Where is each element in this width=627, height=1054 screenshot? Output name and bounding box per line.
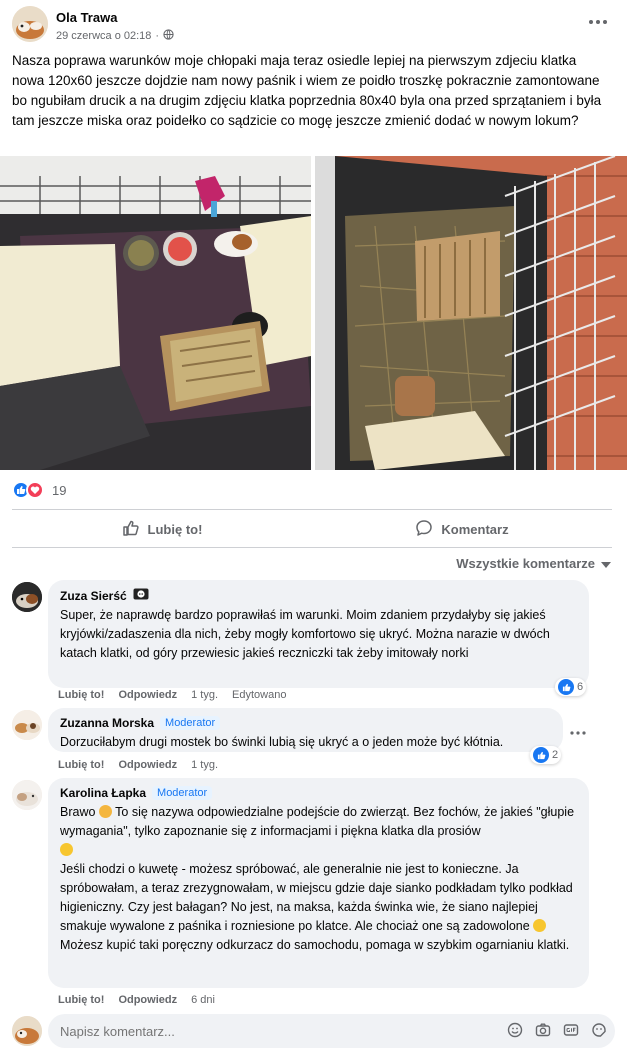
comment-text: Brawo To się nazywa odpowiedzialne podej… — [60, 803, 577, 955]
moderator-badge: Moderator — [160, 716, 221, 730]
divider-top — [12, 509, 612, 510]
comment-author[interactable]: Karolina Łapka — [60, 786, 146, 800]
comment: Zuzanna Morska Moderator Dorzuciłabym dr… — [0, 708, 627, 774]
comment-reply-link[interactable]: Odpowiedz — [118, 689, 177, 701]
comment-actions: Lubię to! Odpowiedz 1 tyg. Edytowano — [58, 689, 286, 701]
smile-emoji-icon — [60, 843, 73, 856]
comment-reaction-count: 6 — [577, 681, 584, 693]
comment-bubble: Zuza Sierść Super, że naprawdę bardzo po… — [48, 580, 589, 688]
photo-new-cage[interactable] — [0, 156, 311, 470]
comment-author[interactable]: Zuza Sierść — [60, 589, 127, 603]
post-header: Ola Trawa 29 czerwca o 02:18 · — [0, 0, 627, 48]
comment-like-link[interactable]: Lubię to! — [58, 994, 104, 1006]
camera-icon[interactable] — [535, 1022, 551, 1038]
pig-emoji-icon — [133, 588, 149, 603]
more-icon[interactable] — [587, 12, 609, 34]
comment-like-link[interactable]: Lubię to! — [58, 759, 104, 771]
comment-text: Dorzuciłabym drugi mostek bo świnki lubi… — [60, 735, 504, 749]
comment-button-label: Komentarz — [441, 521, 509, 537]
divider-bottom — [12, 547, 612, 548]
like-icon — [533, 747, 549, 763]
comment-time[interactable]: 1 tyg. — [191, 759, 218, 771]
commenter-avatar[interactable] — [12, 710, 42, 740]
comment-edited: Edytowano — [232, 689, 287, 701]
reactions-summary[interactable]: 19 — [12, 480, 66, 500]
moderator-badge: Moderator — [152, 786, 213, 800]
comment-text-line: Jeśli chodzi o kuwetę - możesz spróbować… — [60, 862, 573, 933]
reaction-count: 19 — [52, 482, 67, 498]
comment-text-line: To się nazywa odpowiedzialne podejście d… — [60, 805, 575, 838]
commenter-avatar[interactable] — [12, 582, 42, 612]
post-action-bar: Lubię to! Komentarz — [12, 511, 612, 547]
grin-emoji-icon — [533, 919, 547, 932]
author-avatar[interactable] — [12, 6, 48, 42]
chevron-down-icon — [601, 556, 611, 571]
comment-bubble: Karolina Łapka Moderator Brawo To się na… — [48, 778, 589, 988]
comment-button[interactable]: Komentarz — [312, 511, 612, 547]
love-icon — [26, 481, 44, 499]
comment-sort-dropdown[interactable]: Wszystkie komentarze — [456, 556, 611, 571]
post-meta: 29 czerwca o 02:18 · — [56, 29, 174, 43]
comment-reaction-count: 2 — [552, 749, 559, 761]
like-button-label: Lubię to! — [147, 521, 203, 537]
comment-text: Super, że naprawdę bardzo poprawiłaś im … — [60, 608, 550, 660]
current-user-avatar — [12, 1016, 42, 1046]
sort-label: Wszystkie komentarze — [456, 556, 595, 571]
comment-reply-link[interactable]: Odpowiedz — [118, 759, 177, 771]
comment-text-line: Brawo — [60, 805, 96, 819]
photo-old-cage[interactable] — [315, 156, 627, 470]
comment-text-line: Możesz kupić taki poręczny odkurzacz do … — [60, 938, 570, 952]
globe-icon — [163, 29, 174, 43]
post-photos — [0, 156, 627, 470]
comment-bubble: Zuzanna Morska Moderator Dorzuciłabym dr… — [48, 708, 563, 752]
comment-actions: Lubię to! Odpowiedz 6 dni — [58, 994, 215, 1006]
composer-tools — [507, 1022, 607, 1038]
thumb-up-icon — [122, 519, 140, 540]
comment-author-row: Zuza Sierść — [60, 588, 577, 603]
comment-actions: Lubię to! Odpowiedz 1 tyg. — [58, 759, 218, 771]
post-date[interactable]: 29 czerwca o 02:18 — [56, 30, 151, 42]
meta-separator: · — [155, 30, 160, 42]
author-name[interactable]: Ola Trawa — [56, 10, 117, 25]
like-icon — [558, 679, 574, 695]
comment: Karolina Łapka Moderator Brawo To się na… — [0, 778, 627, 1010]
comment-more-icon[interactable] — [570, 722, 586, 739]
comment-reactions[interactable]: 6 — [555, 678, 587, 696]
comment-composer — [12, 1014, 615, 1050]
comment-author-row: Zuzanna Morska Moderator — [60, 716, 551, 730]
like-button[interactable]: Lubię to! — [12, 511, 312, 547]
comment-time[interactable]: 6 dni — [191, 994, 215, 1006]
emoji-icon[interactable] — [507, 1022, 523, 1038]
comment-time[interactable]: 1 tyg. — [191, 689, 218, 701]
comment-icon — [415, 519, 433, 540]
comment-reply-link[interactable]: Odpowiedz — [118, 994, 177, 1006]
comment-like-link[interactable]: Lubię to! — [58, 689, 104, 701]
gif-icon[interactable] — [563, 1022, 579, 1038]
comment-author[interactable]: Zuzanna Morska — [60, 716, 154, 730]
commenter-avatar[interactable] — [12, 780, 42, 810]
comment-author-row: Karolina Łapka Moderator — [60, 786, 577, 800]
comment-reactions[interactable]: 2 — [530, 746, 562, 764]
post-text: Nasza poprawa warunków moje chłopaki maj… — [12, 53, 602, 128]
comment: Zuza Sierść Super, że naprawdę bardzo po… — [0, 580, 627, 702]
clap-emoji-icon — [98, 805, 112, 818]
sticker-icon[interactable] — [591, 1022, 607, 1038]
